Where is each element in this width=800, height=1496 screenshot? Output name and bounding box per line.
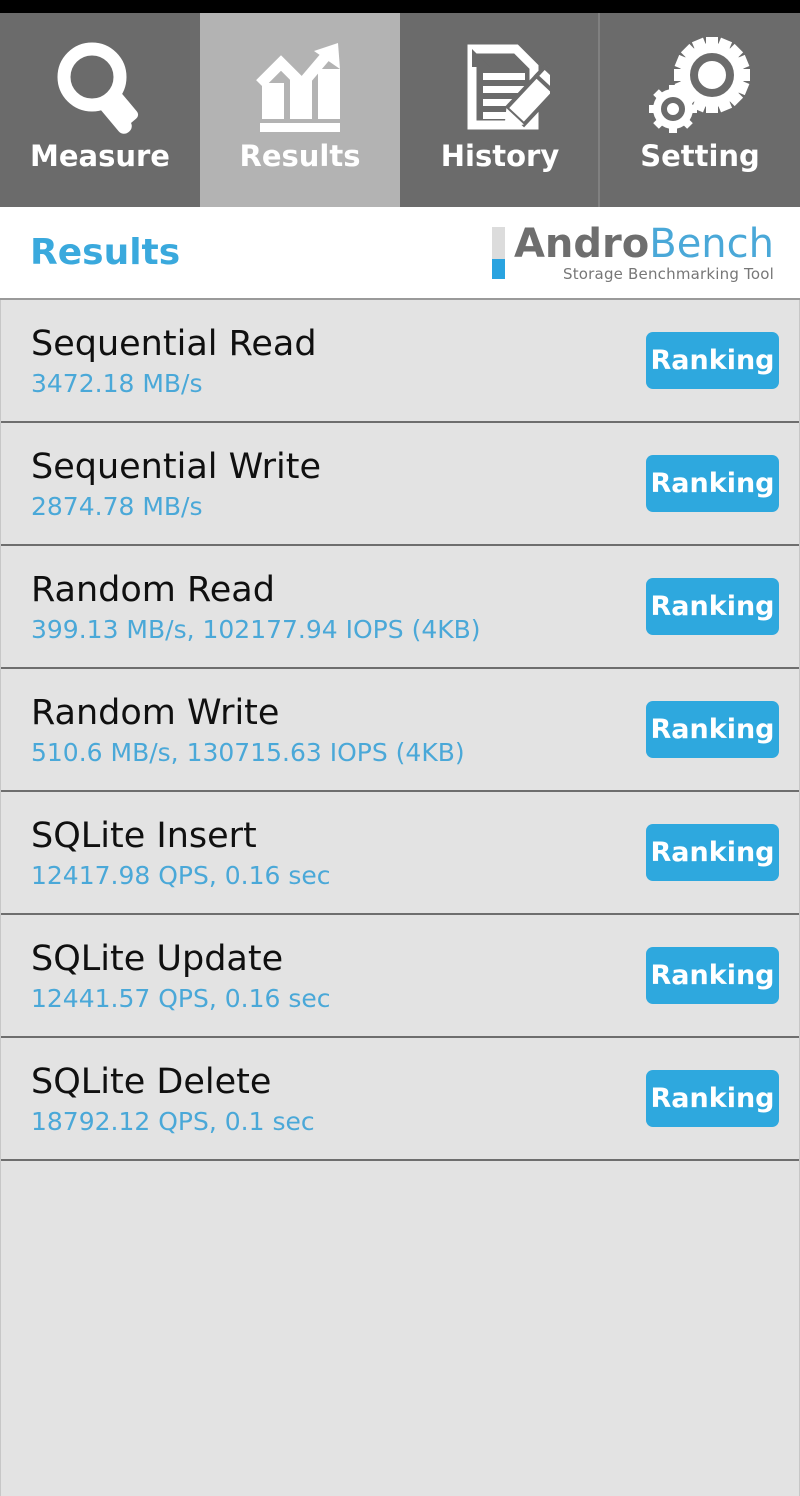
result-value: 2874.78 MB/s bbox=[31, 491, 203, 521]
tab-results[interactable]: Results bbox=[200, 13, 400, 207]
app-root: Measure Results History Setting Results … bbox=[0, 0, 800, 1496]
result-row-texts: Sequential Write 2874.78 MB/s bbox=[31, 445, 321, 523]
gears-icon bbox=[648, 33, 752, 141]
page-title: Results bbox=[30, 232, 181, 273]
table-row: Sequential Write 2874.78 MB/s Ranking bbox=[1, 423, 799, 546]
result-title: SQLite Delete bbox=[31, 1061, 272, 1102]
tab-setting[interactable]: Setting bbox=[600, 13, 800, 207]
document-pencil-icon bbox=[450, 33, 550, 141]
result-value: 510.6 MB/s, 130715.63 IOPS (4KB) bbox=[31, 737, 465, 767]
tab-measure[interactable]: Measure bbox=[0, 13, 200, 207]
result-value: 12441.57 QPS, 0.16 sec bbox=[31, 983, 331, 1013]
table-row: Sequential Read 3472.18 MB/s Ranking bbox=[1, 300, 799, 423]
magnifier-icon bbox=[52, 33, 148, 141]
result-row-texts: Sequential Read 3472.18 MB/s bbox=[31, 322, 317, 400]
table-row: Random Write 510.6 MB/s, 130715.63 IOPS (… bbox=[1, 669, 799, 792]
ranking-button[interactable]: Ranking bbox=[646, 332, 779, 389]
main-tab-bar: Measure Results History Setting bbox=[0, 13, 800, 207]
result-title: Random Read bbox=[31, 569, 275, 610]
list-empty-area bbox=[1, 1161, 799, 1482]
brand-logo: AndroBench Storage Benchmarking Tool bbox=[491, 220, 774, 283]
brand-tagline: Storage Benchmarking Tool bbox=[563, 264, 774, 283]
result-row-texts: SQLite Update 12441.57 QPS, 0.16 sec bbox=[31, 937, 331, 1015]
result-title: Sequential Write bbox=[31, 446, 322, 487]
page-header: Results AndroBench Storage Benchmarking … bbox=[0, 207, 800, 300]
result-row-texts: Random Write 510.6 MB/s, 130715.63 IOPS (… bbox=[31, 691, 465, 769]
ranking-button[interactable]: Ranking bbox=[646, 701, 779, 758]
ranking-button[interactable]: Ranking bbox=[646, 578, 779, 635]
brand-mark-icon bbox=[491, 226, 505, 279]
tab-results-label: Results bbox=[239, 139, 361, 173]
result-row-texts: SQLite Delete 18792.12 QPS, 0.1 sec bbox=[31, 1060, 315, 1138]
ranking-button[interactable]: Ranking bbox=[646, 947, 779, 1004]
result-title: Random Write bbox=[31, 692, 280, 733]
result-title: Sequential Read bbox=[31, 323, 317, 364]
ranking-button[interactable]: Ranking bbox=[646, 824, 779, 881]
bar-chart-arrow-icon bbox=[250, 33, 350, 141]
ranking-button[interactable]: Ranking bbox=[646, 455, 779, 512]
brand-name-first: Andro bbox=[513, 220, 650, 267]
result-row-texts: SQLite Insert 12417.98 QPS, 0.16 sec bbox=[31, 814, 331, 892]
status-bar bbox=[0, 0, 800, 13]
ranking-button[interactable]: Ranking bbox=[646, 1070, 779, 1127]
brand-name-second: Bench bbox=[649, 220, 774, 267]
table-row: Random Read 399.13 MB/s, 102177.94 IOPS (… bbox=[1, 546, 799, 669]
tab-history-label: History bbox=[440, 139, 560, 173]
result-row-texts: Random Read 399.13 MB/s, 102177.94 IOPS (… bbox=[31, 568, 481, 646]
result-value: 399.13 MB/s, 102177.94 IOPS (4KB) bbox=[31, 614, 481, 644]
result-value: 3472.18 MB/s bbox=[31, 368, 203, 398]
tab-setting-label: Setting bbox=[640, 139, 760, 173]
table-row: SQLite Update 12441.57 QPS, 0.16 sec Ranki… bbox=[1, 915, 799, 1038]
table-row: SQLite Delete 18792.12 QPS, 0.1 sec Rankin… bbox=[1, 1038, 799, 1161]
result-title: SQLite Update bbox=[31, 938, 284, 979]
result-value: 12417.98 QPS, 0.16 sec bbox=[31, 860, 331, 890]
results-list: Sequential Read 3472.18 MB/s Ranking Sequen… bbox=[0, 300, 800, 1496]
table-row: SQLite Insert 12417.98 QPS, 0.16 sec Ranki… bbox=[1, 792, 799, 915]
tab-measure-label: Measure bbox=[30, 139, 170, 173]
result-value: 18792.12 QPS, 0.1 sec bbox=[31, 1106, 315, 1136]
result-title: SQLite Insert bbox=[31, 815, 257, 856]
tab-history[interactable]: History bbox=[400, 13, 600, 207]
